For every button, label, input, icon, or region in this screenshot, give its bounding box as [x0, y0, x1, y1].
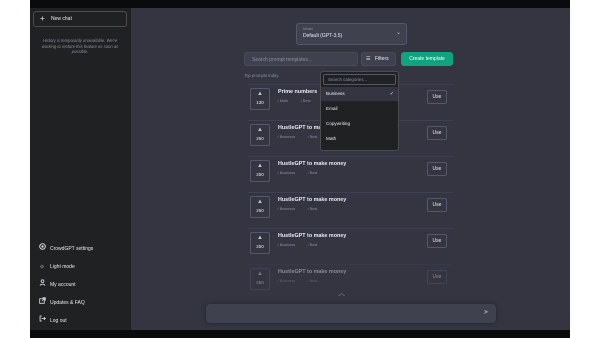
- main-panel: Model Default (GPT-3.5) ⌄ Search prompt …: [131, 8, 570, 330]
- upvote-button[interactable]: ▲ 250: [250, 160, 270, 182]
- tag: Business: [279, 135, 296, 139]
- external-link-icon: [38, 294, 46, 312]
- category-label: Math: [326, 136, 337, 141]
- use-button[interactable]: Use: [427, 126, 447, 140]
- model-caption: Model: [303, 27, 313, 31]
- upvote-button[interactable]: ▲ 250: [250, 268, 270, 290]
- sidebar-item-label: My account: [50, 282, 76, 288]
- tag: Business: [279, 243, 296, 247]
- vote-count: 250: [256, 208, 264, 213]
- upvote-button[interactable]: ▲ 250: [250, 196, 270, 218]
- prompt-card: ▲ 250 HustleGPT to make money ⁄ Business…: [248, 156, 453, 187]
- tag: Best: [309, 279, 318, 283]
- category-label: Email: [326, 106, 338, 111]
- tag: Business: [279, 207, 296, 211]
- chat-input[interactable]: ➤: [206, 304, 496, 323]
- sidebar-item-label: Log out: [50, 318, 67, 324]
- plus-icon: +: [40, 14, 45, 23]
- upvote-button[interactable]: ▲ 130: [250, 88, 270, 110]
- prompt-search-input[interactable]: Search prompt templates...: [244, 52, 358, 66]
- tag: Math: [279, 99, 289, 103]
- use-button[interactable]: Use: [427, 162, 447, 176]
- model-value: Default (GPT-3.5): [303, 33, 343, 39]
- prompt-card: ▲ 250 HustleGPT to make money ⁄ Business…: [248, 264, 453, 295]
- new-chat-button[interactable]: + New chat: [33, 11, 127, 27]
- upvote-button[interactable]: ▲ 250: [250, 124, 270, 146]
- category-option-business[interactable]: Business ✓: [321, 87, 398, 101]
- prompt-title[interactable]: Prime numbers: [278, 89, 317, 95]
- category-option-copywriting[interactable]: Copywriting: [321, 117, 398, 131]
- model-select[interactable]: Model Default (GPT-3.5) ⌄: [296, 23, 407, 45]
- openai-logo-icon: [38, 240, 46, 258]
- app-window: + New chat History is temporarily unavai…: [30, 0, 570, 338]
- category-label: Business: [326, 91, 345, 96]
- logout-icon: [38, 312, 46, 330]
- prompt-card: ▲ 250 HustleGPT to make money ⁄ Business…: [248, 192, 453, 223]
- chevron-down-icon: ⌄: [395, 30, 401, 36]
- upvote-button[interactable]: ▲ 250: [250, 232, 270, 254]
- upvote-arrow-icon: ▲: [257, 271, 263, 277]
- use-button[interactable]: Use: [427, 198, 447, 212]
- filters-label: Filters: [375, 56, 389, 62]
- chevron-up-icon[interactable]: ︿: [338, 288, 345, 298]
- tag: Best: [309, 135, 318, 139]
- tag: Best: [309, 243, 318, 247]
- prompt-tags: ⁄ Business ⁄ Best: [278, 279, 318, 283]
- prompt-title[interactable]: HustleGPT to make money: [278, 161, 346, 167]
- top-bar: [30, 0, 570, 8]
- sidebar-item-my-account[interactable]: My account: [30, 276, 131, 294]
- use-button[interactable]: Use: [427, 234, 447, 248]
- use-button[interactable]: Use: [427, 90, 447, 104]
- tag: Best: [309, 207, 318, 211]
- sun-icon: ☼: [39, 264, 45, 270]
- tag: Business: [279, 171, 296, 175]
- user-icon: [38, 276, 46, 294]
- prompt-title[interactable]: HustleGPT to make money: [278, 269, 346, 275]
- bottom-bar: [30, 330, 570, 338]
- upvote-arrow-icon: ▲: [257, 163, 263, 169]
- vote-count: 250: [256, 244, 264, 249]
- upvote-arrow-icon: ▲: [257, 127, 263, 133]
- sidebar: + New chat History is temporarily unavai…: [30, 8, 131, 330]
- upvote-arrow-icon: ▲: [257, 235, 263, 241]
- prompt-title[interactable]: HustleGPT to make money: [278, 197, 346, 203]
- vote-count: 250: [256, 136, 264, 141]
- new-chat-label: New chat: [51, 16, 72, 22]
- send-icon[interactable]: ➤: [483, 308, 489, 316]
- sidebar-item-label: Light mode: [50, 264, 75, 270]
- prompt-tags: ⁄ Math ⁄ Best: [278, 99, 311, 103]
- sidebar-item-log-out[interactable]: Log out: [30, 312, 131, 330]
- sidebar-item-label: Updates & FAQ: [50, 300, 85, 306]
- sidebar-item-settings[interactable]: CrowdGPT settings: [30, 240, 131, 258]
- vote-count: 250: [256, 280, 264, 285]
- prompt-tags: ⁄ Business ⁄ Best: [278, 171, 318, 175]
- category-option-email[interactable]: Email: [321, 102, 398, 116]
- upvote-arrow-icon: ▲: [257, 91, 263, 97]
- upvote-arrow-icon: ▲: [257, 199, 263, 205]
- category-search-input[interactable]: Search categories...: [323, 74, 396, 85]
- category-option-math[interactable]: Math: [321, 132, 398, 146]
- tag: Best: [302, 99, 311, 103]
- filter-icon: ☰: [366, 56, 371, 62]
- filters-button[interactable]: ☰ Filters: [361, 52, 396, 66]
- prompt-card: ▲ 250 HustleGPT to make money ⁄ Business…: [248, 228, 453, 259]
- vote-count: 130: [256, 100, 264, 105]
- top-prompts-label: Top prompts today: [244, 73, 279, 78]
- sidebar-item-light-mode[interactable]: ☼ Light mode: [30, 258, 131, 276]
- category-dropdown: Search categories... Business ✓ Email Co…: [320, 71, 399, 151]
- sidebar-item-updates-faq[interactable]: Updates & FAQ: [30, 294, 131, 312]
- create-template-button[interactable]: Create template: [401, 52, 453, 66]
- prompt-title[interactable]: HustleGPT to make money: [278, 233, 346, 239]
- vote-count: 250: [256, 172, 264, 177]
- sidebar-item-label: CrowdGPT settings: [50, 246, 94, 252]
- prompt-tags: ⁄ Business ⁄ Best: [278, 243, 318, 247]
- checkmark-icon: ✓: [389, 91, 394, 97]
- tag: Best: [309, 171, 318, 175]
- tag: Business: [279, 279, 296, 283]
- category-label: Copywriting: [326, 121, 350, 126]
- prompt-tags: ⁄ Business ⁄ Best: [278, 207, 318, 211]
- history-unavailable-note: History is temporarily unavailable. We'r…: [41, 38, 119, 55]
- use-button[interactable]: Use: [427, 270, 447, 284]
- sidebar-menu: CrowdGPT settings ☼ Light mode My accoun…: [30, 240, 131, 330]
